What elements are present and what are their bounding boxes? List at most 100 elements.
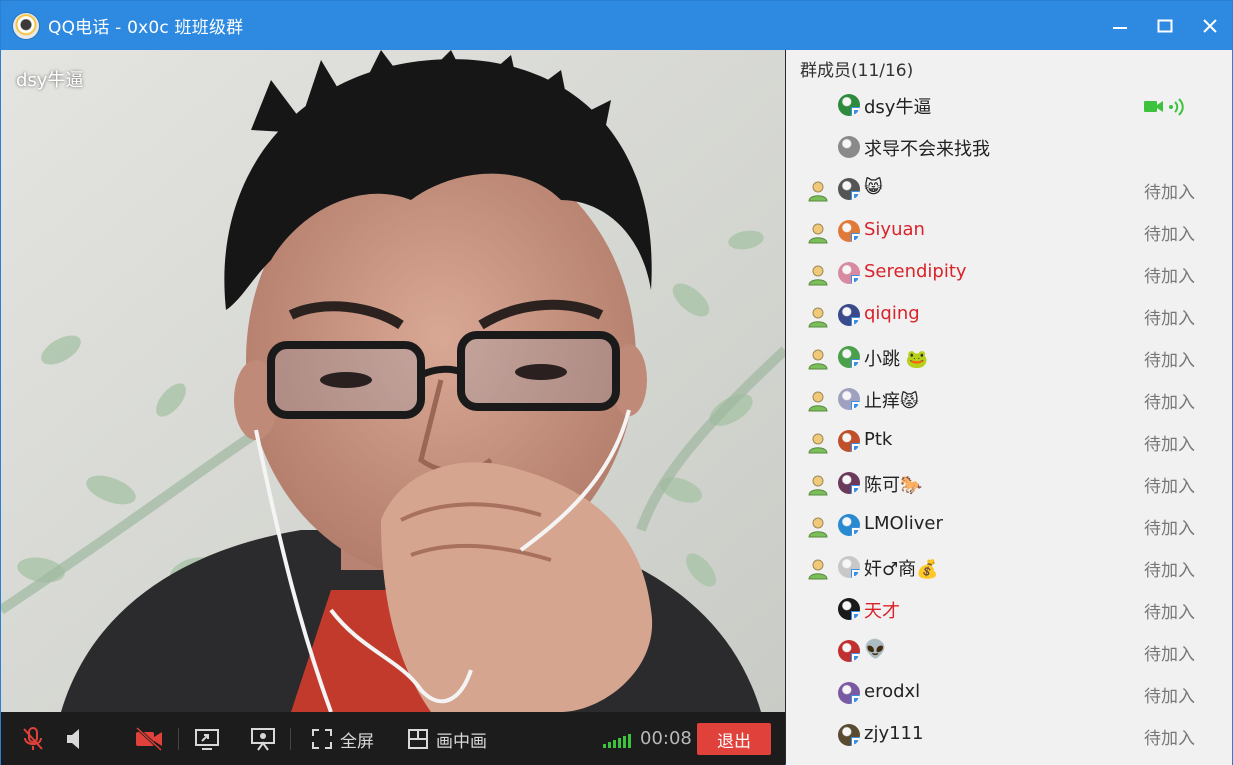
member-name: 陈可🐎 bbox=[864, 475, 923, 496]
member-name: Ptk bbox=[864, 429, 893, 450]
toolbar-separator bbox=[178, 728, 179, 750]
exit-call-button[interactable]: 退出 bbox=[697, 723, 771, 755]
member-status: 待加入 bbox=[1144, 183, 1195, 203]
avatar bbox=[838, 556, 860, 578]
avatar bbox=[838, 262, 860, 284]
avatar bbox=[838, 136, 860, 158]
video-frame bbox=[1, 50, 785, 712]
member-status: 待加入 bbox=[1144, 561, 1195, 581]
member-name: erodxl bbox=[864, 681, 921, 702]
pending-user-icon bbox=[807, 390, 829, 412]
member-row[interactable]: 小跳 🐸 待加入 bbox=[786, 337, 1232, 379]
member-name: 小跳 🐸 bbox=[864, 349, 929, 370]
window-title: QQ电话 - 0x0c 班班级群 bbox=[48, 18, 244, 38]
member-row[interactable]: 求导不会来找我 bbox=[786, 127, 1232, 169]
avatar bbox=[838, 346, 860, 368]
avatar bbox=[838, 598, 860, 620]
qq-logo-icon bbox=[13, 12, 39, 39]
member-row[interactable]: erodxl 待加入 bbox=[786, 673, 1232, 715]
member-name: 👽 bbox=[864, 639, 887, 660]
member-status: 待加入 bbox=[1144, 267, 1195, 287]
avatar bbox=[838, 682, 860, 704]
video-feed[interactable]: dsy牛逼 bbox=[1, 50, 785, 712]
close-button[interactable] bbox=[1187, 1, 1232, 50]
member-name: Siyuan bbox=[864, 219, 925, 240]
maximize-button[interactable] bbox=[1142, 1, 1187, 50]
avatar bbox=[838, 94, 860, 116]
member-status: 待加入 bbox=[1144, 687, 1195, 707]
pending-user-icon bbox=[807, 264, 829, 286]
avatar bbox=[838, 220, 860, 242]
member-name: dsy牛逼 bbox=[864, 97, 932, 118]
pending-user-icon bbox=[807, 222, 829, 244]
fullscreen-label: 全屏 bbox=[340, 731, 374, 752]
camera-off-icon bbox=[135, 726, 163, 752]
member-row[interactable]: LMOliver 待加入 bbox=[786, 505, 1232, 547]
speaker-name-overlay: dsy牛逼 bbox=[16, 70, 84, 91]
picture-in-picture-button[interactable]: 画中画 bbox=[408, 712, 487, 765]
member-name: 止痒😾 bbox=[864, 391, 919, 412]
avatar bbox=[838, 472, 860, 494]
pip-label: 画中画 bbox=[436, 731, 487, 752]
avatar bbox=[838, 304, 860, 326]
member-row[interactable]: zjy111 待加入 bbox=[786, 715, 1232, 757]
mic-muted-icon bbox=[23, 727, 43, 750]
microphone-button[interactable] bbox=[21, 712, 45, 765]
window-controls bbox=[1097, 1, 1232, 50]
call-toolbar: 全屏 画中画 00:08 退出 bbox=[1, 712, 785, 765]
fullscreen-button[interactable]: 全屏 bbox=[312, 712, 374, 765]
presentation-icon bbox=[251, 728, 275, 751]
avatar bbox=[838, 178, 860, 200]
maximize-icon bbox=[1157, 19, 1172, 32]
video-speaking-icon bbox=[1144, 98, 1188, 120]
qq-call-window: QQ电话 - 0x0c 班班级群 dsy牛逼 全屏 画中画 00:08 退出 群… bbox=[0, 0, 1233, 765]
member-status: 待加入 bbox=[1144, 435, 1195, 455]
member-row[interactable]: qiqing 待加入 bbox=[786, 295, 1232, 337]
pending-user-icon bbox=[807, 474, 829, 496]
speaker-icon bbox=[67, 729, 79, 749]
member-row[interactable]: 奸♂商💰 待加入 bbox=[786, 547, 1232, 589]
member-row[interactable]: Serendipity 待加入 bbox=[786, 253, 1232, 295]
pending-user-icon bbox=[807, 348, 829, 370]
member-status: 待加入 bbox=[1144, 309, 1195, 329]
member-status: 待加入 bbox=[1144, 603, 1195, 623]
pending-user-icon bbox=[807, 432, 829, 454]
member-row[interactable]: Ptk 待加入 bbox=[786, 421, 1232, 463]
pending-user-icon bbox=[807, 516, 829, 538]
avatar bbox=[838, 430, 860, 452]
member-row[interactable]: Siyuan 待加入 bbox=[786, 211, 1232, 253]
pending-user-icon bbox=[807, 180, 829, 202]
pending-user-icon bbox=[807, 306, 829, 328]
member-row[interactable]: 👽 待加入 bbox=[786, 631, 1232, 673]
member-name: qiqing bbox=[864, 303, 920, 324]
member-count-header: 群成员(11/16) bbox=[800, 61, 914, 81]
avatar bbox=[838, 388, 860, 410]
member-row[interactable]: dsy牛逼 bbox=[786, 85, 1232, 127]
member-row[interactable]: 止痒😾 待加入 bbox=[786, 379, 1232, 421]
avatar bbox=[838, 724, 860, 746]
screen-share-button[interactable] bbox=[194, 712, 220, 765]
show-video-button[interactable] bbox=[250, 712, 276, 765]
minimize-icon bbox=[1112, 26, 1127, 29]
fullscreen-icon bbox=[312, 729, 332, 749]
member-row[interactable]: 天才 待加入 bbox=[786, 589, 1232, 631]
member-name: zjy111 bbox=[864, 723, 924, 744]
title-bar[interactable]: QQ电话 - 0x0c 班班级群 bbox=[1, 1, 1232, 50]
member-status: 待加入 bbox=[1144, 477, 1195, 497]
minimize-button[interactable] bbox=[1097, 1, 1142, 50]
member-name: 奸♂商💰 bbox=[864, 559, 939, 580]
signal-strength-icon bbox=[603, 732, 631, 748]
screen-share-icon bbox=[195, 729, 219, 750]
member-panel: 群成员(11/16) dsy牛逼 求导不会来找我 😸 待加入 Siyuan 待加入 Sere… bbox=[786, 50, 1232, 765]
member-name: Serendipity bbox=[864, 261, 967, 282]
member-row[interactable]: 😸 待加入 bbox=[786, 169, 1232, 211]
avatar bbox=[838, 514, 860, 536]
speaker-button[interactable] bbox=[64, 712, 86, 765]
toolbar-separator bbox=[290, 728, 291, 750]
member-row[interactable]: 陈可🐎 待加入 bbox=[786, 463, 1232, 505]
camera-button[interactable] bbox=[134, 712, 164, 765]
member-name: 😸 bbox=[864, 177, 883, 198]
pending-user-icon bbox=[807, 558, 829, 580]
member-status: 待加入 bbox=[1144, 729, 1195, 749]
member-status: 待加入 bbox=[1144, 645, 1195, 665]
